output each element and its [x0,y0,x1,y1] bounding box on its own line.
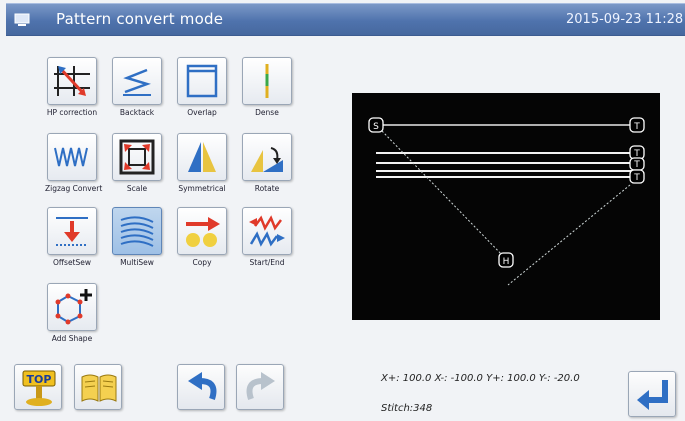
stitch-line [381,130,507,260]
tool-label: Scale [126,184,148,193]
tool-label: Add Shape [51,334,93,343]
overlap-button[interactable]: Overlap [175,57,229,117]
undo-icon [188,372,217,400]
tool-label: Copy [192,258,212,267]
svg-text:T: T [633,160,640,170]
offset-sew-icon [56,217,88,246]
zigzag-icon [54,147,88,167]
overlap-icon [186,64,218,98]
manual-button[interactable] [74,364,122,410]
multi-sew-button[interactable]: MultiSew [110,207,164,267]
enter-button[interactable] [628,371,676,417]
svg-text:T: T [633,122,640,132]
backtack-icon [123,68,151,96]
tool-label: HP correction [46,108,98,117]
page-title: Pattern convert mode [56,10,224,28]
screen-icon [14,13,30,26]
add-shape-button[interactable]: Add Shape [45,283,99,343]
svg-text:TOP: TOP [27,373,52,386]
add-shape-icon [55,289,92,325]
limit-readout: X+: 100.0 X-: -100.0 Y+: 100.0 Y-: -20.0 [381,373,580,384]
trim-marker: T [629,117,645,133]
multi-sew-icon [120,216,154,247]
rotate-icon [251,147,283,172]
dense-button[interactable]: Dense [240,57,294,117]
stitch-count: Stitch:348 [381,403,433,414]
top-button[interactable]: TOP [14,364,62,410]
tool-label: Overlap [187,108,217,117]
start-end-icon [249,215,285,247]
pattern-preview[interactable]: S T T T T H [352,93,660,320]
trim-marker: T [629,157,645,171]
datetime: 2015-09-23 11:28 [566,12,684,27]
tool-label: Zigzag Convert [45,184,103,193]
tool-label: Backtack [119,108,155,117]
svg-text:H: H [503,257,510,267]
zigzag-convert-button[interactable]: Zigzag Convert [45,133,103,193]
tool-label: Dense [255,108,279,117]
hp-correction-button[interactable]: HP correction [45,57,99,117]
top-icon: TOP [22,370,56,406]
start-marker: S [368,117,384,133]
svg-text:S: S [373,122,379,132]
title-bar: Pattern convert mode 2015-09-23 11:28 [6,3,685,36]
rotate-button[interactable]: Rotate [240,133,294,193]
stitch-line [507,184,631,286]
redo-button[interactable] [236,364,284,410]
offset-sew-button[interactable]: OffsetSew [45,207,99,267]
scale-icon [119,139,155,175]
enter-icon [637,380,668,410]
tool-label: Symmetrical [178,184,226,193]
redo-icon [246,372,275,400]
symmetrical-icon [188,142,216,172]
backtack-button[interactable]: Backtack [110,57,164,117]
book-icon [81,374,117,402]
tool-label: MultiSew [120,258,154,267]
svg-text:T: T [633,173,640,183]
tool-label: Rotate [254,184,280,193]
tool-label: OffsetSew [52,258,92,267]
copy-button[interactable]: Copy [175,207,229,267]
hp-correction-icon [54,66,90,96]
trim-marker: T [629,169,645,184]
dense-icon [265,64,269,98]
undo-button[interactable] [177,364,225,410]
copy-icon [186,217,220,247]
symmetrical-button[interactable]: Symmetrical [175,133,229,193]
scale-button[interactable]: Scale [110,133,164,193]
home-marker: H [498,252,514,268]
tool-label: Start/End [249,258,285,267]
start-end-button[interactable]: Start/End [240,207,294,267]
trim-marker: T [629,145,645,160]
